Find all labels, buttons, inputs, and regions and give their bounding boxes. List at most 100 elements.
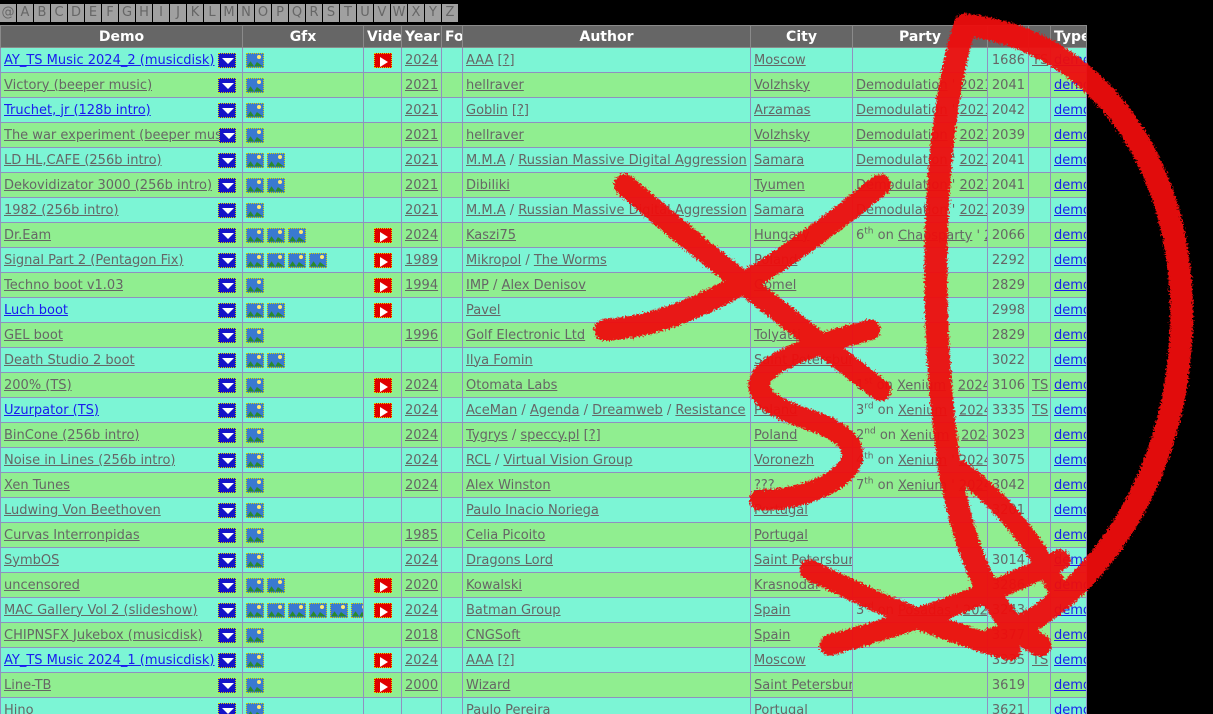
author-link[interactable]: Russian Massive Digital Aggression: [518, 203, 746, 218]
alpha-nav-t[interactable]: T: [340, 3, 356, 22]
year-link[interactable]: 1985: [405, 528, 438, 543]
screenshot-icon[interactable]: [288, 602, 306, 618]
screenshot-icon[interactable]: [246, 627, 264, 643]
screenshot-icon[interactable]: [246, 552, 264, 568]
alpha-nav-s[interactable]: S: [323, 3, 339, 22]
screenshot-icon[interactable]: [309, 252, 327, 268]
alpha-nav-d[interactable]: D: [68, 3, 84, 22]
download-icon[interactable]: [218, 552, 236, 568]
party-year-link[interactable]: 2021: [959, 178, 986, 193]
author-link[interactable]: Virtual Vision Group: [503, 453, 632, 468]
alpha-nav-h[interactable]: H: [136, 3, 152, 22]
alpha-nav-m[interactable]: M: [221, 3, 237, 22]
author-link[interactable]: Dragons Lord: [466, 553, 553, 568]
year-link[interactable]: 2024: [405, 228, 438, 243]
type-link[interactable]: demo: [1054, 328, 1086, 343]
screenshot-icon[interactable]: [267, 227, 285, 243]
city-link[interactable]: Poland: [754, 428, 797, 443]
author-link[interactable]: Pavel: [466, 303, 501, 318]
type-link[interactable]: demo: [1054, 428, 1086, 443]
alpha-nav-j[interactable]: J: [170, 3, 186, 22]
alpha-nav-z[interactable]: Z: [442, 3, 458, 22]
author-info-link[interactable]: [?]: [747, 203, 750, 218]
party-year-link[interactable]: 2024: [959, 478, 987, 493]
screenshot-icon[interactable]: [246, 202, 264, 218]
year-link[interactable]: 2021: [405, 78, 438, 93]
video-play-icon[interactable]: [373, 252, 392, 268]
demo-title-link[interactable]: Line-TB: [4, 678, 51, 693]
party-link[interactable]: Demodulation: [856, 178, 948, 193]
city-link[interactable]: Gomel: [754, 278, 796, 293]
ts-link[interactable]: TS: [1032, 653, 1048, 668]
year-link[interactable]: 2024: [405, 553, 438, 568]
screenshot-icon[interactable]: [246, 327, 264, 343]
author-info-link[interactable]: [?]: [493, 653, 515, 668]
video-play-icon[interactable]: [373, 52, 392, 68]
alpha-nav-v[interactable]: V: [374, 3, 390, 22]
city-link[interactable]: Saint Petersburg: [754, 678, 852, 693]
demo-title-link[interactable]: Hino: [4, 703, 34, 714]
alpha-nav-w[interactable]: W: [391, 3, 407, 22]
year-link[interactable]: 2018: [405, 628, 438, 643]
screenshot-icon[interactable]: [246, 102, 264, 118]
author-link[interactable]: M.M.A: [466, 203, 506, 218]
column-header-for[interactable]: For: [441, 25, 463, 48]
download-icon[interactable]: [218, 52, 236, 68]
author-link[interactable]: Paulo Inacio Noriega: [466, 503, 599, 518]
demo-title-link[interactable]: MAC Gallery Vol 2 (slideshow): [4, 603, 198, 618]
author-link[interactable]: Batman Group: [466, 603, 561, 618]
download-icon[interactable]: [218, 502, 236, 518]
type-link[interactable]: demo: [1054, 453, 1086, 468]
alpha-nav-u[interactable]: U: [357, 3, 373, 22]
city-link[interactable]: Portugal: [754, 528, 808, 543]
party-link[interactable]: Chaosparty: [898, 228, 972, 243]
year-link[interactable]: 2024: [405, 603, 438, 618]
download-icon[interactable]: [218, 627, 236, 643]
download-icon[interactable]: [218, 577, 236, 593]
type-link[interactable]: demo: [1054, 203, 1086, 218]
city-link[interactable]: Saint Petersburg: [754, 353, 852, 368]
city-link[interactable]: Moscow: [754, 53, 806, 68]
party-year-link[interactable]: 2024: [963, 603, 987, 618]
alpha-nav-c[interactable]: C: [51, 3, 67, 22]
screenshot-icon[interactable]: [246, 377, 264, 393]
author-link[interactable]: IMP: [466, 278, 489, 293]
author-link[interactable]: Golf Electronic Ltd: [466, 328, 585, 343]
party-year-link[interactable]: 2024: [959, 453, 987, 468]
city-link[interactable]: Spain: [754, 628, 790, 643]
author-link[interactable]: CNGSoft: [466, 628, 521, 643]
demo-title-link[interactable]: 1982 (256b intro): [4, 203, 119, 218]
type-link[interactable]: demo: [1054, 128, 1086, 143]
video-play-icon[interactable]: [373, 377, 392, 393]
type-link[interactable]: demo: [1054, 278, 1086, 293]
screenshot-icon[interactable]: [246, 252, 264, 268]
year-link[interactable]: 2024: [405, 478, 438, 493]
download-icon[interactable]: [218, 677, 236, 693]
screenshot-icon[interactable]: [267, 252, 285, 268]
alpha-nav-b[interactable]: B: [34, 3, 50, 22]
author-link[interactable]: M.M.A: [466, 153, 506, 168]
author-link[interactable]: RCL: [466, 453, 491, 468]
screenshot-icon[interactable]: [246, 52, 264, 68]
author-info-link[interactable]: [?]: [493, 53, 515, 68]
demo-title-link[interactable]: Dekovidizator 3000 (256b intro): [4, 178, 212, 193]
year-link[interactable]: 2024: [405, 428, 438, 443]
alpha-nav-o[interactable]: O: [255, 3, 271, 22]
alpha-nav-e[interactable]: E: [85, 3, 101, 22]
author-link[interactable]: The Worms: [534, 253, 607, 268]
alpha-nav-at[interactable]: @: [0, 3, 16, 22]
type-link[interactable]: demo: [1054, 703, 1086, 714]
author-link[interactable]: Paulo Pereira: [466, 703, 551, 714]
city-link[interactable]: Poland: [754, 253, 797, 268]
demo-title-link[interactable]: Dr.Eam: [4, 228, 51, 243]
screenshot-icon[interactable]: [246, 402, 264, 418]
demo-title-link[interactable]: Xen Tunes: [4, 478, 70, 493]
demo-title-link[interactable]: uncensored: [4, 578, 80, 593]
alpha-nav-a[interactable]: A: [17, 3, 33, 22]
demo-title-link[interactable]: AY_TS Music 2024_1 (musicdisk): [4, 653, 215, 668]
alpha-nav-p[interactable]: P: [272, 3, 288, 22]
screenshot-icon[interactable]: [288, 227, 306, 243]
demo-title-link[interactable]: Curvas Interronpidas: [4, 528, 140, 543]
author-link[interactable]: Mikropol: [466, 253, 521, 268]
download-icon[interactable]: [218, 352, 236, 368]
